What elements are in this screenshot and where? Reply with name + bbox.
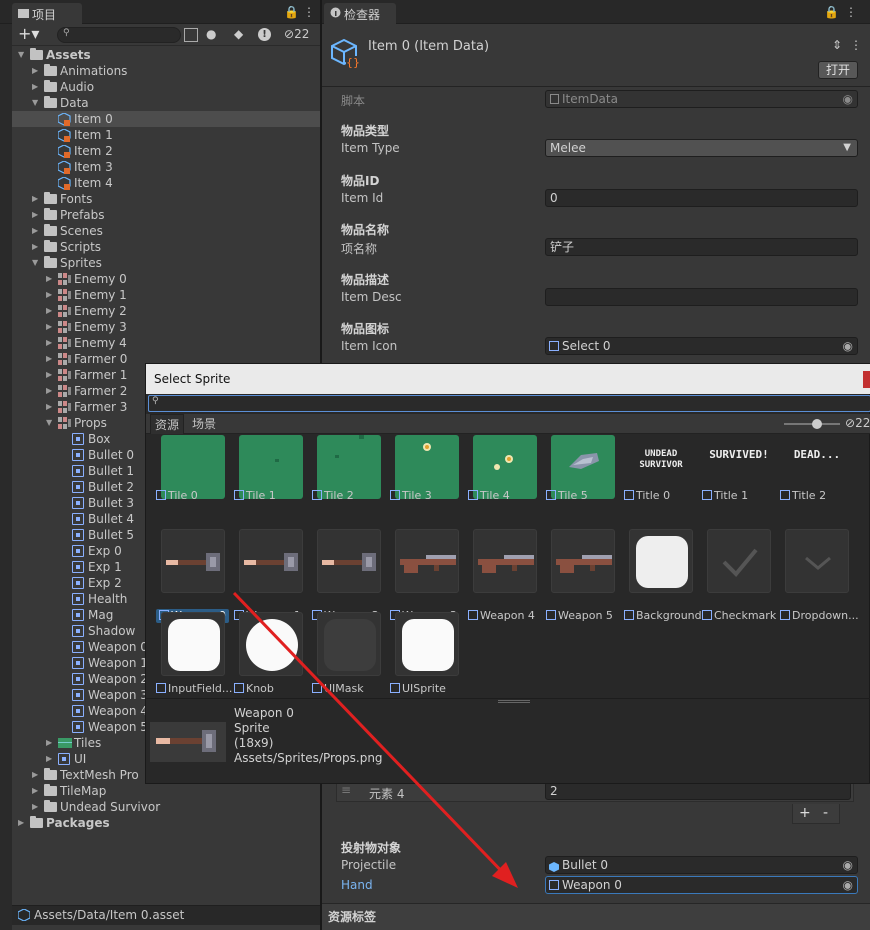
annotation-arrow [232,591,518,888]
